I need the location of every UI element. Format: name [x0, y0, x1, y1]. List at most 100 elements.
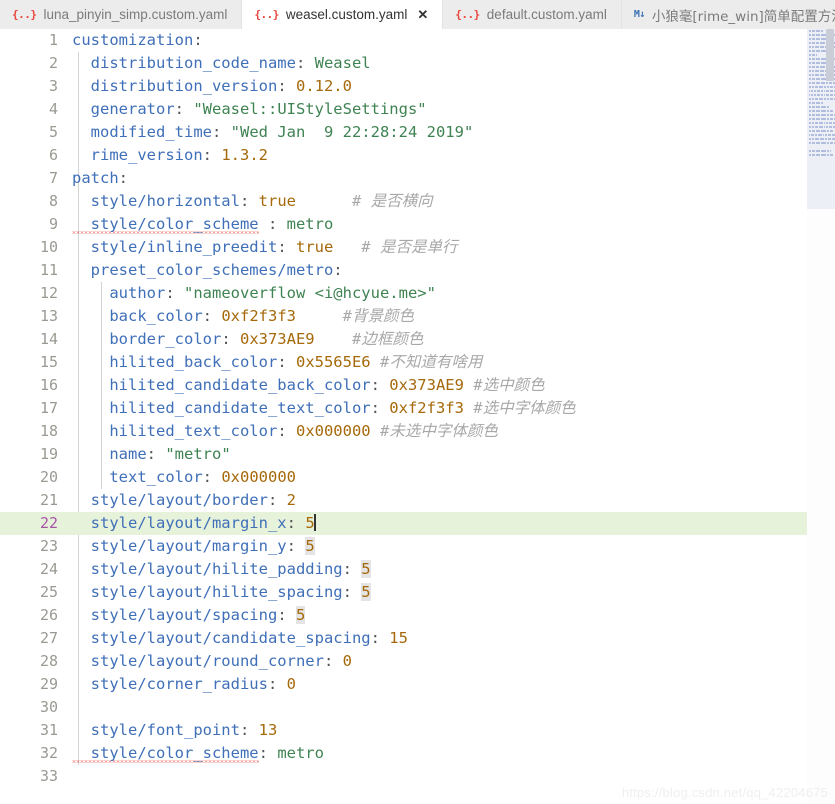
code-line[interactable]: 2 distribution_code_name: Weasel — [0, 52, 835, 75]
code-line[interactable]: 25 style/layout/hilite_spacing: 5 — [0, 581, 835, 604]
code-line[interactable]: 23 style/layout/margin_y: 5 — [0, 535, 835, 558]
code-editor[interactable]: 1 customization: 2 distribution_code_name:… — [0, 29, 835, 804]
line-number: 31 — [39, 721, 58, 739]
line-number: 17 — [39, 399, 58, 417]
code-text: generator: "Weasel::UIStyleSettings" — [72, 98, 427, 121]
line-number: 8 — [48, 192, 58, 210]
line-number: 14 — [39, 330, 58, 348]
token: hilited_back_color — [72, 353, 278, 371]
code-line[interactable]: 16 hilited_candidate_back_color: 0x373AE… — [0, 374, 835, 397]
token: : — [165, 284, 184, 302]
line-number: 7 — [48, 169, 58, 187]
code-line[interactable]: 27 style/layout/candidate_spacing: 15 — [0, 627, 835, 650]
code-line[interactable]: 10 style/inline_preedit: true # 是否是单行 — [0, 236, 835, 259]
line-number: 4 — [48, 100, 58, 118]
code-line[interactable]: 14 border_color: 0x373AE9 #边框颜色 — [0, 328, 835, 351]
code-line[interactable]: 20 text_color: 0x000000 — [0, 466, 835, 489]
token: : — [202, 468, 222, 486]
line-number: 23 — [39, 537, 58, 555]
code-text: hilited_text_color: 0x000000 #未选中字体颜色 — [72, 420, 498, 443]
scrollbar-thumb[interactable] — [826, 29, 834, 81]
token: : — [258, 215, 287, 233]
editor-tab-3[interactable]: {..} default.custom.yaml — [443, 0, 622, 29]
token: hilited_candidate_back_color — [72, 376, 371, 394]
token: : — [221, 330, 240, 348]
code-line[interactable]: 8 style/horizontal: true # 是否横向 — [0, 190, 835, 213]
editor-tab-1[interactable]: {..} luna_pinyin_simp.custom.yaml — [0, 0, 243, 29]
code-line[interactable]: 11 preset_color_schemes/metro: — [0, 259, 835, 282]
token: back_color — [72, 307, 203, 325]
vertical-scrollbar[interactable] — [825, 29, 835, 804]
line-number: 24 — [39, 560, 58, 578]
token: style/color_scheme — [72, 744, 259, 762]
token: style/inline_preedit — [72, 238, 278, 256]
line-number: 6 — [48, 146, 58, 164]
code-line[interactable]: 31 style/font_point: 13 — [0, 719, 835, 742]
token: : — [174, 100, 194, 118]
code-line[interactable]: 29 style/corner_radius: 0 — [0, 673, 835, 696]
code-line[interactable]: 18 hilited_text_color: 0x000000 #未选中字体颜色 — [0, 420, 835, 443]
token: 是否是单行 — [379, 238, 458, 256]
token: 0 — [286, 675, 296, 693]
code-line[interactable]: 26 style/layout/spacing: 5 — [0, 604, 835, 627]
token: : — [286, 537, 306, 555]
token: 0 — [342, 652, 352, 670]
code-line[interactable]: 24 style/layout/hilite_padding: 5 — [0, 558, 835, 581]
token: 0x373AE9 — [389, 376, 464, 394]
code-line[interactable]: 9 style/color_scheme : metro — [0, 213, 835, 236]
token: "Weasel::UIStyleSettings" — [193, 100, 427, 118]
line-number: 12 — [39, 284, 58, 302]
code-text: modified_time: "Wed Jan 9 22:28:24 2019" — [72, 121, 474, 144]
token: "nameoverflow <i@hcyue.me>" — [184, 284, 436, 302]
token: 背景颜色 — [351, 307, 414, 325]
code-line[interactable]: 32 style/color_scheme: metro — [0, 742, 835, 765]
code-line[interactable]: 12 author: "nameoverflow <i@hcyue.me>" — [0, 282, 835, 305]
code-text: distribution_code_name: Weasel — [72, 52, 371, 75]
token: # — [370, 422, 390, 440]
token: : — [370, 399, 390, 417]
code-line[interactable]: 28 style/layout/round_corner: 0 — [0, 650, 835, 673]
code-line[interactable]: 17 hilited_candidate_text_color: 0xf2f3f… — [0, 397, 835, 420]
code-line[interactable]: 7 patch: — [0, 167, 835, 190]
code-line[interactable]: 30 — [0, 696, 835, 719]
code-text: text_color: 0x000000 — [72, 466, 296, 489]
token: : — [239, 721, 259, 739]
code-line[interactable]: 13 back_color: 0xf2f3f3 #背景颜色 — [0, 305, 835, 328]
yaml-file-icon: {..} — [12, 8, 37, 21]
editor-tab-4[interactable]: M↓ 小狼毫[rime_win]简单配置方法.md — [621, 0, 835, 29]
token: style/layout/margin_y — [72, 537, 287, 555]
line-number: 21 — [39, 491, 58, 509]
line-number: 26 — [39, 606, 58, 624]
code-line[interactable]: 1 customization: — [0, 29, 835, 52]
token: 5 — [361, 583, 371, 601]
code-line[interactable]: 3 distribution_version: 0.12.0 — [0, 75, 835, 98]
editor-tab-label: default.custom.yaml — [486, 7, 607, 22]
code-line[interactable]: 6 rime_version: 1.3.2 — [0, 144, 835, 167]
token: # — [295, 192, 371, 210]
token: 0x000000 — [295, 422, 371, 440]
code-line[interactable]: 5 modified_time: "Wed Jan 9 22:28:24 201… — [0, 121, 835, 144]
token: 15 — [389, 629, 408, 647]
code-line[interactable]: 15 hilited_back_color: 0x5565E6 #不知道有啥用 — [0, 351, 835, 374]
code-line[interactable]: 19 name: "metro" — [0, 443, 835, 466]
token: metro — [277, 744, 324, 762]
token: : — [258, 744, 278, 762]
code-text: hilited_candidate_text_color: 0xf2f3f3 #… — [72, 397, 575, 420]
token: true — [258, 192, 296, 210]
token: hilited_candidate_text_color — [72, 399, 371, 417]
token: modified_time — [72, 123, 212, 141]
token: : — [211, 123, 231, 141]
line-number: 15 — [39, 353, 58, 371]
token: 不知道有啥用 — [389, 353, 483, 371]
code-line[interactable]: 21 style/layout/border: 2 — [0, 489, 835, 512]
editor-tab-2[interactable]: {..} weasel.custom.yaml ✕ — [242, 0, 444, 29]
code-line[interactable]: 22 style/layout/margin_x: 5 — [0, 512, 835, 535]
close-icon[interactable]: ✕ — [417, 8, 428, 21]
yaml-file-icon: {..} — [455, 8, 480, 21]
token: 13 — [258, 721, 278, 739]
token: # — [463, 376, 483, 394]
token: # — [463, 399, 483, 417]
token: patch — [72, 169, 119, 187]
token: # — [370, 353, 390, 371]
code-line[interactable]: 4 generator: "Weasel::UIStyleSettings" — [0, 98, 835, 121]
